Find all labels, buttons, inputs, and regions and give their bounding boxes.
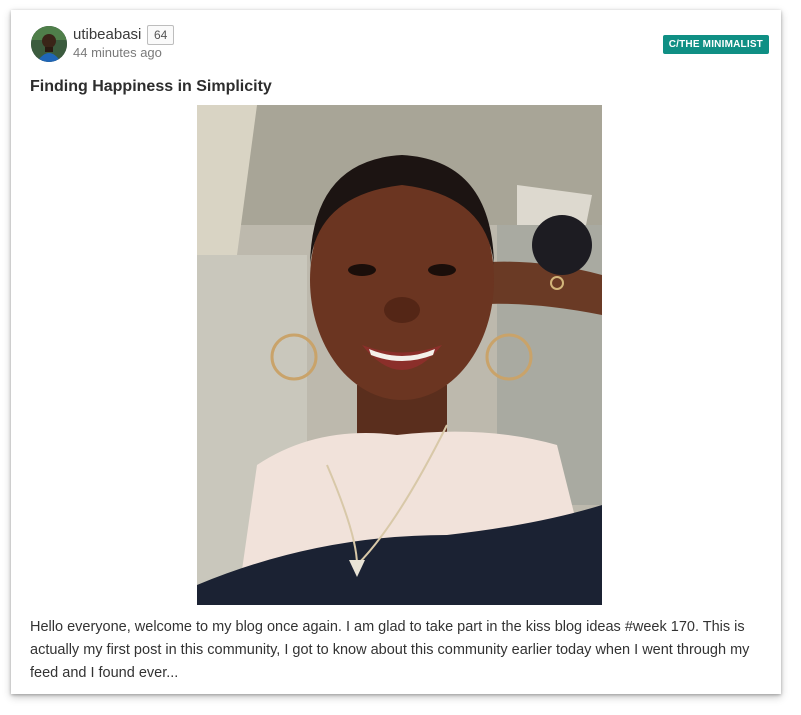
author-username[interactable]: utibeabasi (73, 26, 141, 44)
post-image[interactable] (197, 105, 602, 605)
reputation-badge: 64 (147, 25, 175, 45)
author-avatar[interactable] (31, 26, 67, 62)
avatar-image (31, 26, 67, 62)
community-tag[interactable]: C/THE MINIMALIST (662, 35, 769, 54)
post-timestamp[interactable]: 44 minutes ago (73, 45, 162, 61)
post-excerpt[interactable]: Hello everyone, welcome to my blog once … (30, 616, 772, 685)
post-card: utibeabasi 64 44 minutes ago C/THE MINIM… (11, 10, 781, 694)
post-title[interactable]: Finding Happiness in Simplicity (30, 77, 272, 97)
selfie-photo (197, 105, 602, 605)
